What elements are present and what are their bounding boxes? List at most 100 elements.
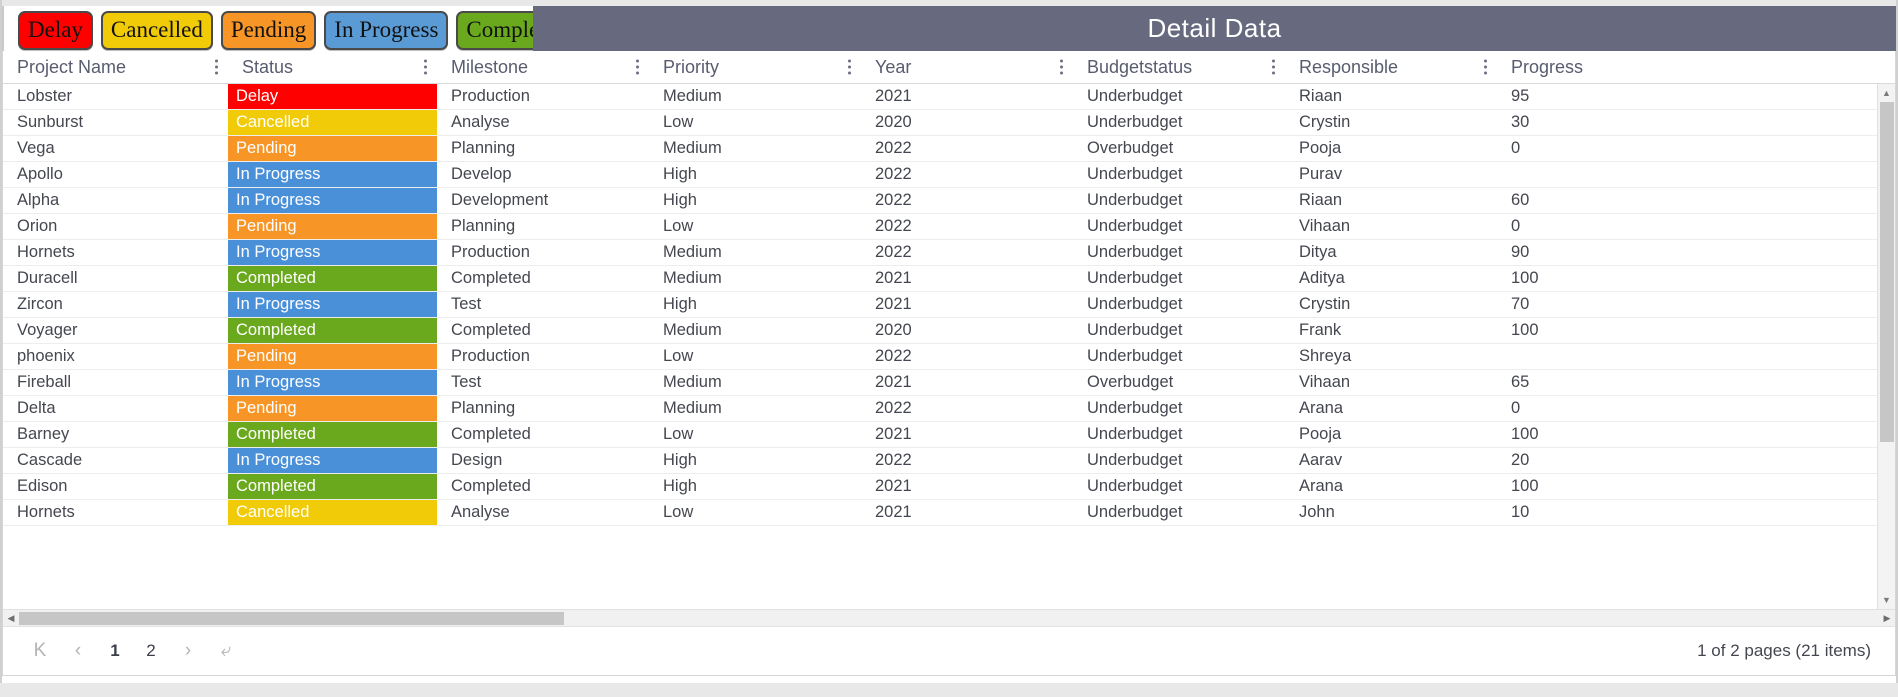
scroll-left-arrow-icon[interactable]: ◀ — [3, 610, 19, 627]
cell-project: Edison — [17, 477, 68, 495]
cell-responsible: Pooja — [1299, 425, 1342, 443]
scroll-right-arrow-icon[interactable]: ▶ — [1879, 610, 1895, 627]
status-badge: Delay — [228, 84, 437, 109]
horizontal-scroll-track[interactable] — [19, 611, 1879, 625]
table-row[interactable]: Voyager Completed Completed Medium 2020 Under… — [3, 318, 1877, 344]
table-row[interactable]: Lobster Delay Production Medium 2021 Underbud… — [3, 84, 1877, 110]
column-header-milestone[interactable]: Milestone — [437, 51, 649, 84]
table-row[interactable]: Duracell Completed Completed Medium 2021 Unde… — [3, 266, 1877, 292]
table-row[interactable]: Delta Pending Planning Medium 2022 Underbudge… — [3, 396, 1877, 422]
kebab-menu-icon[interactable] — [1271, 59, 1275, 75]
column-header-status[interactable]: Status — [228, 51, 437, 84]
column-header-year[interactable]: Year — [861, 51, 1073, 84]
scroll-up-arrow-icon[interactable]: ▲ — [1877, 84, 1895, 102]
pager-prev-button[interactable]: ‹ — [63, 636, 93, 666]
legend-chip-delay[interactable]: Delay — [18, 11, 93, 50]
pager-first-button[interactable]: K — [25, 636, 55, 666]
cell-responsible: Riaan — [1299, 87, 1343, 105]
cell-budget: Underbudget — [1087, 399, 1183, 417]
table-row[interactable]: Hornets Cancelled Analyse Low 2021 Underbudge… — [3, 500, 1877, 526]
cell-milestone: Production — [451, 347, 530, 365]
table-row[interactable]: Zircon In Progress Test High 2021 Underbudget… — [3, 292, 1877, 318]
table-row[interactable]: Hornets In Progress Production Medium 2022 Un… — [3, 240, 1877, 266]
vertical-scroll-thumb[interactable] — [1880, 102, 1894, 442]
cell-status: Completed — [228, 266, 437, 291]
legend-chip-cancelled[interactable]: Cancelled — [100, 11, 213, 50]
column-header-priority[interactable]: Priority — [649, 51, 861, 84]
cell-project: phoenix — [17, 347, 75, 365]
kebab-menu-icon[interactable] — [1059, 59, 1063, 75]
table-row[interactable]: Apollo In Progress Develop High 2022 Underbud… — [3, 162, 1877, 188]
cell-responsible: Pooja — [1299, 139, 1342, 157]
cell-priority: Medium — [663, 321, 722, 339]
status-badge: Cancelled — [228, 500, 437, 525]
cell-progress: 100 — [1511, 321, 1539, 339]
pager-next-button[interactable]: › — [173, 636, 203, 666]
status-badge: In Progress — [228, 448, 437, 473]
cell-status: In Progress — [228, 162, 437, 187]
table-row[interactable]: Cascade In Progress Design High 2022 Underbud… — [3, 448, 1877, 474]
kebab-menu-icon[interactable] — [1483, 59, 1487, 75]
horizontal-scrollbar[interactable]: ◀ ▶ — [3, 609, 1895, 626]
horizontal-scroll-thumb[interactable] — [19, 611, 564, 625]
table-row[interactable]: Barney Completed Completed Low 2021 Underbudg… — [3, 422, 1877, 448]
table-row[interactable]: phoenix Pending Production Low 2022 Underbudg… — [3, 344, 1877, 370]
table-row[interactable]: Alpha In Progress Development High 2022 Under… — [3, 188, 1877, 214]
cell-milestone: Completed — [451, 321, 531, 339]
cell-project: Zircon — [17, 295, 63, 313]
kebab-menu-icon[interactable] — [423, 59, 427, 75]
grid-header-row: Project Name Status Milestone Priority Year B… — [3, 51, 1895, 84]
cell-milestone: Analyse — [451, 113, 510, 131]
grid-body: Lobster Delay Production Medium 2021 Underbud… — [3, 84, 1877, 526]
status-badge: Cancelled — [228, 110, 437, 135]
cell-progress: 70 — [1511, 295, 1530, 313]
kebab-menu-icon[interactable] — [635, 59, 639, 75]
column-header-label: Priority — [663, 56, 720, 77]
cell-responsible: Frank — [1299, 321, 1342, 339]
pager-last-button[interactable]: ⤶ — [211, 636, 241, 666]
status-badge: Pending — [228, 396, 437, 421]
page-title: Detail Data — [1147, 13, 1282, 43]
cell-responsible: Shreya — [1299, 347, 1352, 365]
cell-priority: Medium — [663, 139, 722, 157]
column-header-responsible[interactable]: Responsible — [1285, 51, 1497, 84]
kebab-menu-icon[interactable] — [847, 59, 851, 75]
cell-year: 2022 — [875, 165, 912, 183]
cell-year: 2020 — [875, 113, 912, 131]
vertical-scroll-track[interactable] — [1880, 102, 1894, 591]
cell-project: Hornets — [17, 503, 75, 521]
table-row[interactable]: Sunburst Cancelled Analyse Low 2020 Underbudg… — [3, 110, 1877, 136]
cell-year: 2022 — [875, 191, 912, 209]
cell-budget: Underbudget — [1087, 347, 1183, 365]
status-badge: In Progress — [228, 162, 437, 187]
cell-budget: Underbudget — [1087, 269, 1183, 287]
cell-responsible: Vihaan — [1299, 217, 1351, 235]
scroll-down-arrow-icon[interactable]: ▼ — [1877, 591, 1895, 609]
pager-page-2[interactable]: 2 — [137, 636, 165, 666]
cell-status: Pending — [228, 214, 437, 239]
grid-body-viewport: Lobster Delay Production Medium 2021 Underbud… — [3, 84, 1895, 609]
column-header-progress[interactable]: Progress — [1497, 51, 1697, 84]
status-badge: In Progress — [228, 188, 437, 213]
detail-data-title-bar: Detail Data — [533, 6, 1896, 51]
cell-progress — [1497, 162, 1697, 187]
cell-milestone: Production — [451, 243, 530, 261]
legend-chip-pending[interactable]: Pending — [220, 11, 317, 50]
table-row[interactable]: Orion Pending Planning Low 2022 Underbudget Vi… — [3, 214, 1877, 240]
column-header-label: Responsible — [1299, 56, 1399, 77]
pager-page-1[interactable]: 1 — [101, 636, 129, 666]
column-header-project-name[interactable]: Project Name — [3, 51, 228, 84]
vertical-scrollbar[interactable]: ▲ ▼ — [1877, 84, 1895, 609]
legend-chip-in-progress[interactable]: In Progress — [324, 11, 449, 50]
column-header-budgetstatus[interactable]: Budgetstatus — [1073, 51, 1285, 84]
status-badge: In Progress — [228, 292, 437, 317]
table-row[interactable]: Vega Pending Planning Medium 2022 Overbudget P… — [3, 136, 1877, 162]
table-row[interactable]: Edison Completed Completed High 2021 Underbud… — [3, 474, 1877, 500]
kebab-menu-icon[interactable] — [214, 59, 218, 75]
cell-year: 2022 — [875, 139, 912, 157]
cell-project: Orion — [17, 217, 58, 235]
cell-project: Duracell — [17, 269, 78, 287]
cell-priority: Medium — [663, 269, 722, 287]
table-row[interactable]: Fireball In Progress Test Medium 2021 Overbud… — [3, 370, 1877, 396]
cell-progress: 0 — [1511, 217, 1521, 235]
